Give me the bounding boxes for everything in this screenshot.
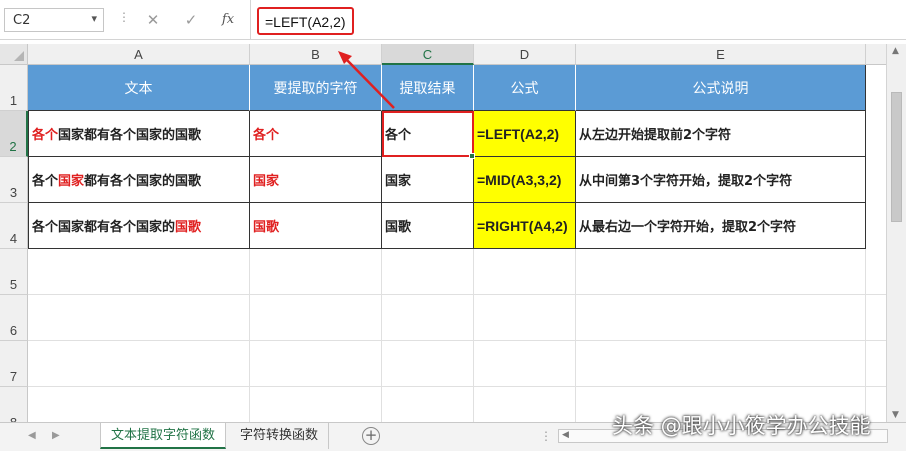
check-icon[interactable]: ✓ [180, 9, 202, 31]
row-header-8[interactable]: 8 [0, 387, 28, 422]
table-cell-description[interactable]: 从左边开始提取前2个字符 [576, 111, 866, 157]
fill-handle[interactable] [469, 153, 475, 159]
column-header-d[interactable]: D [474, 44, 576, 65]
scroll-left-icon[interactable]: ◀ [562, 430, 569, 440]
name-box-value: C2 [13, 13, 31, 28]
scroll-up-icon[interactable]: ▲ [892, 46, 899, 56]
select-all-corner[interactable] [0, 44, 28, 65]
worksheet-grid[interactable]: A B C D E 1 2 3 4 5 6 7 8 文本 要提取的字符 提取结果… [0, 44, 906, 422]
add-sheet-icon[interactable]: + [362, 427, 380, 445]
row-header-3[interactable]: 3 [0, 157, 28, 203]
column-header-c[interactable]: C [382, 44, 474, 65]
row-header-5[interactable]: 5 [0, 249, 28, 295]
table-header-formula[interactable]: 公式 [474, 65, 576, 111]
table-cell-formula[interactable]: =RIGHT(A4,2) [474, 203, 576, 249]
chevron-right-icon[interactable]: ▶ [52, 430, 60, 441]
table-cell-text[interactable]: 各个国家都有各个国家的国歌 [28, 157, 250, 203]
formula-bar: C2 ▾ ⋮ ✕ ✓ fx =LEFT(A2,2) [0, 0, 906, 40]
chevron-down-icon[interactable]: ▾ [91, 12, 97, 25]
table-header-result[interactable]: 提取结果 [382, 65, 474, 111]
row-header-7[interactable]: 7 [0, 341, 28, 387]
name-box[interactable]: C2 ▾ [4, 8, 104, 32]
table-cell-description[interactable]: 从中间第3个字符开始，提取2个字符 [576, 157, 866, 203]
table-header-text[interactable]: 文本 [28, 65, 250, 111]
formula-text: =LEFT(A2,2) [257, 7, 354, 35]
table-cell-result-selected[interactable]: 各个 [382, 111, 474, 157]
table-cell-result[interactable]: 国歌 [382, 203, 474, 249]
scrollbar-thumb[interactable] [891, 92, 902, 222]
table-header-extract[interactable]: 要提取的字符 [250, 65, 382, 111]
row-header-4[interactable]: 4 [0, 203, 28, 249]
table-cell-extract[interactable]: 国家 [250, 157, 382, 203]
column-header-e[interactable]: E [576, 44, 866, 65]
formula-input[interactable]: =LEFT(A2,2) [250, 0, 906, 40]
table-cell-extract[interactable]: 各个 [250, 111, 382, 157]
more-icon: ⋮ [118, 10, 130, 24]
sheet-tab-text-extract[interactable]: 文本提取字符函数 [100, 423, 227, 449]
table-cell-text[interactable]: 各个国家都有各个国家的国歌 [28, 111, 250, 157]
table-cell-result[interactable]: 国家 [382, 157, 474, 203]
row-header-6[interactable]: 6 [0, 295, 28, 341]
more-icon: ⋮ [540, 429, 552, 443]
table-cell-extract[interactable]: 国歌 [250, 203, 382, 249]
vertical-scrollbar[interactable]: ▲ ▼ [886, 44, 906, 422]
table-cell-text[interactable]: 各个国家都有各个国家的国歌 [28, 203, 250, 249]
table-cell-formula[interactable]: =MID(A3,3,2) [474, 157, 576, 203]
sheet-tab-char-convert[interactable]: 字符转换函数 [230, 423, 330, 449]
column-header-a[interactable]: A [28, 44, 250, 65]
column-header-b[interactable]: B [250, 44, 382, 65]
row-header-1[interactable]: 1 [0, 65, 28, 111]
cancel-icon[interactable]: ✕ [142, 9, 164, 31]
table-cell-description[interactable]: 从最右边一个字符开始，提取2个字符 [576, 203, 866, 249]
table-header-description[interactable]: 公式说明 [576, 65, 866, 111]
table-cell-formula[interactable]: =LEFT(A2,2) [474, 111, 576, 157]
watermark: 头条 @跟小小筱学办公技能 [612, 414, 871, 438]
chevron-left-icon[interactable]: ◀ [28, 430, 36, 441]
fx-icon[interactable]: fx [217, 9, 239, 31]
row-header-2[interactable]: 2 [0, 111, 28, 157]
scroll-down-icon[interactable]: ▼ [892, 410, 899, 420]
